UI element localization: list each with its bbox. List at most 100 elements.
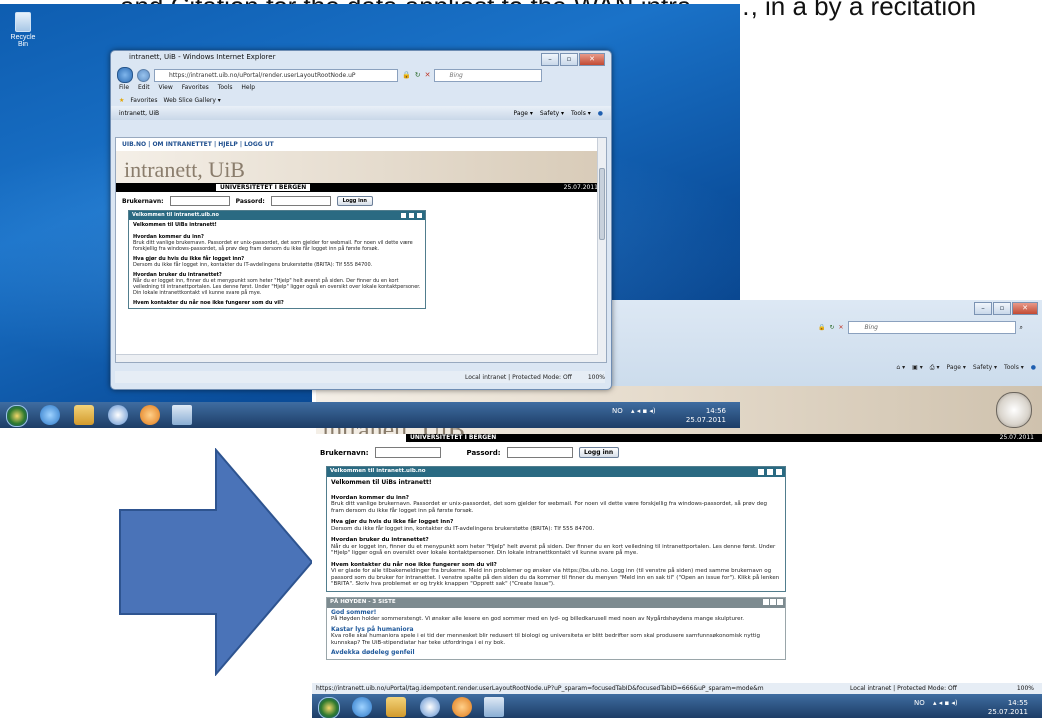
messenger-icon-large[interactable]	[420, 697, 440, 717]
portlet-minimize-icon[interactable]	[400, 212, 407, 219]
welcome-portlet: Velkommen til intranett.uib.no Velkommen…	[128, 210, 426, 309]
vertical-scrollbar[interactable]	[597, 138, 606, 362]
page-content: UIB.NO | OM INTRANETTET | HJELP | LOGG U…	[115, 137, 607, 363]
messenger-icon[interactable]	[108, 405, 128, 425]
print-icon[interactable]: ⎙ ▾	[930, 364, 940, 372]
tray-time-large: 14:55	[1007, 699, 1028, 707]
portlet-minimize-icon-large[interactable]	[757, 468, 765, 476]
portlet-maximize-icon[interactable]	[408, 212, 415, 219]
favorites-button[interactable]: Favorites	[130, 97, 157, 104]
username-input[interactable]	[169, 196, 230, 206]
cmd-tools[interactable]: Tools ▾	[571, 110, 591, 117]
start-button-icon[interactable]	[6, 405, 28, 427]
media-player-icon[interactable]	[140, 405, 160, 425]
window-title: intranett, UiB - Windows Internet Explor…	[129, 53, 276, 61]
status-zoom[interactable]: 100%	[588, 374, 605, 381]
address-row: https://intranett.uib.no/uPortal/render.…	[111, 67, 611, 83]
portlet-title-large: Velkommen til intranett.uib.no	[330, 468, 426, 474]
home-icon[interactable]: ⌂ ▾	[896, 364, 905, 372]
tab-row: intranett, UiB Page ▾ Safety ▾ Tools ▾ ●	[111, 106, 611, 120]
cmd-safety[interactable]: Safety ▾	[540, 110, 564, 117]
site-title: intranett, UiB	[124, 157, 245, 182]
stop-icon-large[interactable]: ✕	[839, 324, 844, 331]
close-button[interactable]: ✕	[579, 53, 605, 66]
taskbar: NO ▴ ◂ ▪ ◂) 14:56 25.07.2011	[0, 402, 740, 428]
help-icon[interactable]: ●	[598, 110, 603, 117]
recycle-bin[interactable]: Recycle Bin	[6, 12, 40, 48]
username-label-large: Brukernavn:	[320, 448, 369, 457]
portlet-focus-icon[interactable]	[416, 212, 423, 219]
feeds-icon[interactable]: ▣ ▾	[912, 364, 923, 372]
stop-icon[interactable]: ✕	[425, 71, 431, 79]
explorer-folder-icon[interactable]	[74, 405, 94, 425]
tab-intranett[interactable]: intranett, UiB	[119, 110, 159, 117]
menu-help[interactable]: Help	[241, 84, 255, 91]
status-bar-large: https://intranett.uib.no/uPortal/tag.ide…	[312, 683, 1042, 694]
minimize-button[interactable]: –	[541, 53, 559, 66]
portlet-header: Velkommen til intranett.uib.no	[129, 211, 425, 220]
cmd-page-large[interactable]: Page ▾	[946, 364, 965, 372]
top-links[interactable]: UIB.NO | OM INTRANETTET | HJELP | LOGG U…	[116, 138, 606, 151]
menu-tools[interactable]: Tools	[218, 84, 233, 91]
login-button[interactable]: Logg inn	[336, 196, 373, 206]
window-controls-large: – ▫ ✕	[974, 302, 1038, 315]
cmd-tools-large[interactable]: Tools ▾	[1004, 364, 1024, 372]
close-button-large[interactable]: ✕	[1012, 302, 1038, 315]
news-header: PÅ HØYDEN - 3 SISTE	[327, 597, 785, 608]
internet-explorer-icon-large[interactable]	[352, 697, 372, 717]
uib-seal-icon	[996, 392, 1032, 428]
address-bar[interactable]: https://intranett.uib.no/uPortal/render.…	[154, 68, 398, 82]
answer-1-large: Bruk ditt vanlige brukernavn. Passordet …	[331, 501, 767, 514]
start-button-icon-large[interactable]	[318, 697, 340, 718]
login-form-large: Brukernavn: Passord: Logg inn	[316, 442, 1042, 463]
refresh-icon[interactable]: ↻	[415, 71, 421, 79]
horizontal-scrollbar[interactable]	[116, 354, 598, 362]
taskbar-large: NO ▴ ◂ ▪ ◂) 14:55 25.07.2011	[312, 694, 1042, 718]
search-input[interactable]: Bing	[434, 68, 543, 82]
favorites-bar: ★ Favorites Web Slice Gallery ▾	[111, 94, 611, 106]
portlet-focus-icon-large[interactable]	[775, 468, 783, 476]
news-focus-icon[interactable]	[777, 598, 783, 605]
password-input-large[interactable]	[506, 447, 573, 458]
ie-window-task-icon-large[interactable]	[484, 697, 504, 717]
menu-favorites[interactable]: Favorites	[182, 84, 209, 91]
menu-edit[interactable]: Edit	[138, 84, 150, 91]
cmd-safety-large[interactable]: Safety ▾	[973, 364, 997, 372]
news-minimize-icon[interactable]	[763, 598, 769, 605]
back-button[interactable]	[117, 67, 133, 83]
portlet-maximize-icon-large[interactable]	[766, 468, 774, 476]
news-section-title: PÅ HØYDEN - 3 SISTE	[330, 598, 396, 605]
cmd-page[interactable]: Page ▾	[513, 110, 532, 117]
scrollbar-thumb[interactable]	[599, 168, 605, 240]
internet-explorer-icon[interactable]	[40, 405, 60, 425]
ie-window-task-icon[interactable]	[172, 405, 192, 425]
password-input[interactable]	[270, 196, 331, 206]
refresh-icon-large[interactable]: ↻	[829, 324, 834, 331]
explorer-folder-icon-large[interactable]	[386, 697, 406, 717]
login-button-large[interactable]: Logg inn	[578, 447, 619, 458]
search-input-large[interactable]: Bing	[847, 321, 1016, 334]
login-form: Brukernavn: Passord: Logg inn	[116, 192, 606, 210]
status-zoom-large[interactable]: 100%	[1017, 685, 1034, 692]
username-input-large[interactable]	[374, 447, 441, 458]
command-bar-large: ⌂ ▾ ▣ ▾ ⎙ ▾ Page ▾ Safety ▾ Tools ▾ ●	[896, 364, 1036, 372]
tray-date: 25.07.2011	[685, 416, 726, 424]
address-row-right: 🔒 ↻ ✕ Bing ⌕	[818, 321, 1023, 334]
news-3-title[interactable]: Avdekka dødeleg genfeil	[331, 649, 781, 657]
username-label: Brukernavn:	[122, 197, 164, 205]
tray-language[interactable]: NO	[612, 407, 623, 415]
minimize-button-large[interactable]: –	[974, 302, 992, 315]
search-icon[interactable]: ⌕	[1020, 324, 1023, 332]
media-player-icon-large[interactable]	[452, 697, 472, 717]
maximize-button[interactable]: ▫	[560, 53, 578, 66]
maximize-button-large[interactable]: ▫	[993, 302, 1011, 315]
news-maximize-icon[interactable]	[770, 598, 776, 605]
menu-view[interactable]: View	[159, 84, 173, 91]
page-content-large: intranett, UiB UNIVERSITETET I BERGEN 25…	[316, 386, 1042, 694]
forward-button[interactable]	[137, 68, 150, 82]
university-name-large: UNIVERSITETET I BERGEN	[406, 434, 501, 442]
menu-file[interactable]: File	[119, 84, 129, 91]
tray-language-large[interactable]: NO	[914, 699, 925, 707]
web-slice-gallery[interactable]: Web Slice Gallery ▾	[164, 97, 221, 104]
help-icon-large[interactable]: ●	[1031, 364, 1036, 372]
